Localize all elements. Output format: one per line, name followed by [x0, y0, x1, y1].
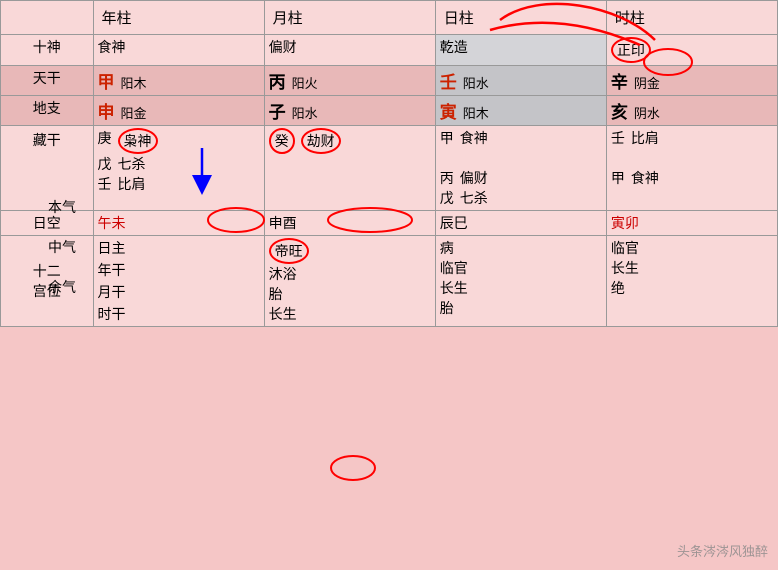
benqi-day-cell: 甲食神 丙偏财 戊七杀 — [435, 126, 606, 211]
rikong-row: 日空 午未 申酉 辰巳 寅卯 — [1, 211, 778, 236]
header-hour: 时柱 — [606, 1, 777, 35]
shishen-label: 十神 — [1, 35, 94, 66]
day-zhongqi2: 戊七杀 — [440, 188, 602, 208]
year-bq1: 庚 枭神 — [98, 128, 260, 154]
dizhi-year: 申 阳金 — [93, 96, 264, 126]
rikong-month-val: 申酉 — [269, 217, 297, 232]
year-tg-char: 甲 — [98, 68, 115, 93]
rikong-year: 午未 — [93, 211, 264, 236]
zhongqi-overlay-label: 中气 — [42, 238, 82, 260]
shishen-month: 偏财 — [264, 35, 435, 66]
year-bq3: 壬 比肩 — [98, 174, 260, 194]
tiangan-hour: 辛 阴金 — [606, 66, 777, 96]
month-label: 月柱 — [273, 11, 303, 27]
hour-tg-char: 辛 — [611, 68, 628, 93]
xiaoshen-circled: 枭神 — [118, 128, 158, 154]
header-row: 年柱 月柱 日柱 时柱 — [1, 1, 778, 35]
gongwei-row: 十二 宫位 日主 年干 月干 时干 帝旺 沐浴 胎 长生 病 临官 长生 胎 临… — [1, 236, 778, 327]
tiangan-year: 甲 阳木 — [93, 66, 264, 96]
hour-zhongqi: 甲食神 — [611, 168, 773, 188]
header-month: 月柱 — [264, 1, 435, 35]
zanggan-title: 藏干 — [5, 130, 89, 150]
rikong-hour-val: 寅卯 — [611, 217, 639, 232]
main-table: 年柱 月柱 日柱 时柱 十神 食神 偏财 乾造 正印 天干 — [0, 0, 778, 327]
benqi-year-cell: 庚 枭神 戊 七杀 壬 比肩 — [93, 126, 264, 211]
gongwei-left-labels: 日主 年干 月干 时干 — [93, 236, 264, 327]
shishen-year: 食神 — [93, 35, 264, 66]
day-bq1: 甲食神 — [440, 128, 602, 148]
hour-dz-attr: 阴水 — [634, 103, 660, 122]
month-tg-attr: 阳火 — [292, 73, 318, 92]
rikong-year-val: 午未 — [98, 217, 126, 232]
diwang-circled: 帝旺 — [269, 238, 309, 264]
hour-dz-char: 亥 — [611, 98, 628, 123]
day-dz-char: 寅 — [440, 98, 457, 123]
gui-circled: 癸 — [269, 128, 295, 154]
benqi-overlay-label: 本气 — [42, 198, 82, 220]
day-zhongqi: 丙偏财 — [440, 168, 602, 188]
rikong-day-val: 辰巳 — [440, 217, 468, 232]
gongwei-hour-col: 临官 长生 绝 — [606, 236, 777, 327]
day-tg-char: 壬 — [440, 68, 457, 93]
year-bq2: 戊 七杀 — [98, 154, 260, 174]
benqi-month-cell: 癸 劫财 — [264, 126, 435, 211]
year-tg-attr: 阳木 — [121, 73, 147, 92]
shishen-row: 十神 食神 偏财 乾造 正印 — [1, 35, 778, 66]
hour-label: 时柱 — [615, 11, 645, 27]
hour-tg-attr: 阴金 — [634, 73, 660, 92]
dizhi-hour: 亥 阴水 — [606, 96, 777, 126]
tiangan-label: 天干 — [1, 66, 94, 96]
gongwei-day-col: 病 临官 长生 胎 — [435, 236, 606, 327]
month-bq: 癸 劫财 — [269, 128, 431, 154]
tiangan-row: 天干 甲 阳木 丙 阳火 壬 阳水 辛 阴金 — [1, 66, 778, 96]
month-dz-attr: 阳水 — [292, 103, 318, 122]
year-dz-char: 申 — [98, 98, 115, 123]
rikong-month: 申酉 — [264, 211, 435, 236]
hour-bq: 壬比肩 — [611, 128, 773, 148]
tiangan-month: 丙 阳火 — [264, 66, 435, 96]
rikong-day: 辰巳 — [435, 211, 606, 236]
day-tg-attr: 阳水 — [463, 73, 489, 92]
benqi-hour-cell: 壬比肩 甲食神 — [606, 126, 777, 211]
watermark: 头条涔涔风独醉 — [677, 541, 768, 560]
yuqi-overlay-label: 余气 — [42, 278, 82, 300]
shishen-hour: 正印 — [606, 35, 777, 66]
zhengyin-circled: 正印 — [611, 37, 651, 63]
month-tg-char: 丙 — [269, 68, 286, 93]
day-dz-attr: 阳木 — [463, 103, 489, 122]
header-day: 日柱 — [435, 1, 606, 35]
header-year: 年柱 — [93, 1, 264, 35]
dizhi-row: 地支 申 阳金 子 阳水 寅 阳木 亥 阴水 — [1, 96, 778, 126]
day-label: 日柱 — [444, 11, 474, 27]
month-dz-char: 子 — [269, 98, 286, 123]
tiangan-day: 壬 阳水 — [435, 66, 606, 96]
shishen-day: 乾造 — [435, 35, 606, 66]
dizhi-month: 子 阳水 — [264, 96, 435, 126]
empty-header — [1, 1, 94, 35]
year-dz-attr: 阳金 — [121, 103, 147, 122]
year-label: 年柱 — [102, 11, 132, 27]
gongwei-month-col: 帝旺 沐浴 胎 长生 — [264, 236, 435, 327]
dizhi-day: 寅 阳木 — [435, 96, 606, 126]
jiecai-circled: 劫财 — [301, 128, 341, 154]
rikong-hour: 寅卯 — [606, 211, 777, 236]
dizhi-label: 地支 — [1, 96, 94, 126]
